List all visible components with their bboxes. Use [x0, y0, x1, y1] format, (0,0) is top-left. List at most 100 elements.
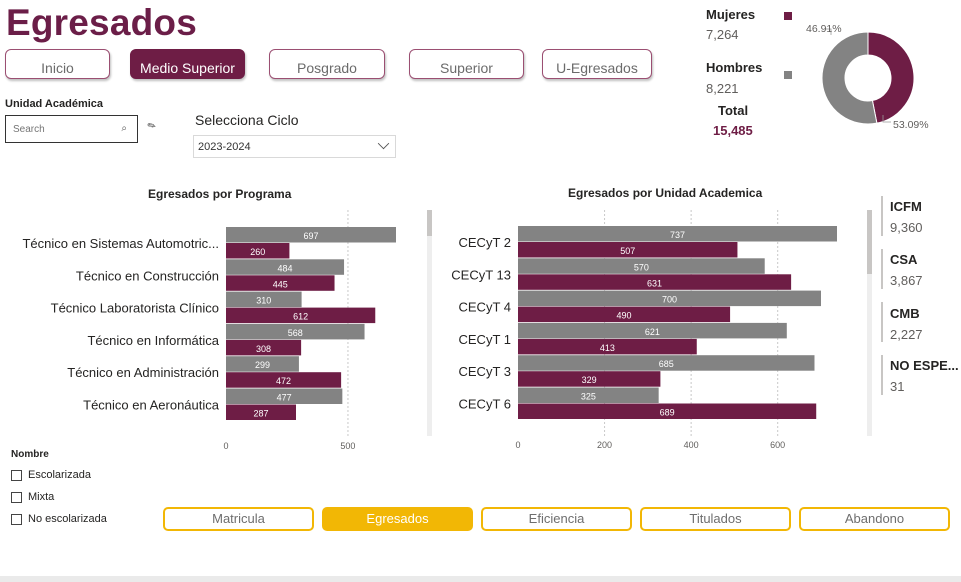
kpi-accent-bar	[881, 196, 883, 236]
option-no-escolarizada[interactable]: No escolarizada	[11, 513, 107, 525]
checkbox[interactable]	[11, 469, 22, 481]
x-tick-label: 500	[340, 441, 355, 451]
kpi-csa-value: 3,867	[890, 273, 923, 288]
total-value: 15,485	[713, 123, 753, 138]
donut-slice	[867, 31, 915, 124]
chevron-down-icon	[377, 137, 390, 150]
kpi-scrollbar[interactable]	[867, 210, 872, 274]
data-label: 484	[278, 263, 293, 273]
data-label: 445	[273, 279, 288, 289]
total-label: Total	[718, 103, 749, 118]
eraser-icon[interactable]: ✎	[146, 120, 159, 134]
data-label: 685	[659, 359, 674, 369]
data-label: 621	[645, 327, 660, 337]
data-label: 612	[293, 312, 308, 322]
data-label: 329	[582, 375, 597, 385]
category-label: Técnico en Administración	[67, 365, 219, 380]
nav-posgrado-button[interactable]: Posgrado	[269, 49, 385, 79]
ciclo-dropdown[interactable]: 2023-2024	[193, 135, 396, 158]
kpi-icfm-label: ICFM	[890, 199, 922, 214]
category-label: Técnico en Aeronáutica	[83, 398, 220, 413]
programa-chart-scrollbar[interactable]	[427, 210, 432, 236]
category-label: CECyT 3	[459, 364, 512, 379]
unidad-search-box: ⌕	[5, 115, 138, 143]
data-label: 299	[255, 360, 270, 370]
x-tick-label: 0	[515, 440, 520, 450]
eficiencia-button[interactable]: Eficiencia	[481, 507, 632, 531]
category-label: CECyT 6	[459, 397, 512, 412]
kpi-accent-bar	[881, 355, 883, 395]
option-label: Mixta	[28, 491, 55, 503]
kpi-no-espe-value: 31	[890, 379, 905, 394]
data-label: 287	[253, 409, 268, 419]
titulados-button[interactable]: Titulados	[640, 507, 791, 531]
category-label: CECyT 13	[451, 267, 511, 282]
data-label: 568	[288, 328, 303, 338]
data-label: 325	[581, 392, 596, 402]
x-tick-label: 0	[223, 441, 228, 451]
unidad-academica-label: Unidad Académica	[5, 98, 104, 110]
option-escolarizada[interactable]: Escolarizada	[11, 469, 91, 481]
data-label: 477	[277, 393, 292, 403]
data-label: 700	[662, 295, 677, 305]
data-label: 570	[634, 262, 649, 272]
option-label: No escolarizada	[28, 513, 107, 525]
search-icon[interactable]: ⌕	[121, 123, 127, 134]
nav-medio-superior-button[interactable]: Medio Superior	[130, 49, 245, 79]
data-label: 507	[620, 246, 635, 256]
nav-inicio-button[interactable]: Inicio	[5, 49, 110, 79]
category-label: CECyT 2	[459, 235, 512, 250]
data-label: 689	[660, 408, 675, 418]
checkbox[interactable]	[11, 513, 22, 525]
x-tick-label: 400	[684, 440, 699, 450]
category-label: Técnico en Construcción	[76, 268, 219, 283]
checkbox[interactable]	[11, 491, 22, 503]
category-label: Técnico Laboratorista Clínico	[51, 301, 219, 316]
mujeres-value: 7,264	[706, 27, 739, 42]
nav-u-egresados-button[interactable]: U-Egresados	[542, 49, 652, 79]
kpi-icfm-value: 9,360	[890, 220, 923, 235]
hombres-pct-label: 53.09%	[893, 119, 929, 131]
nav-superior-button[interactable]: Superior	[409, 49, 524, 79]
mujeres-label: Mujeres	[706, 7, 756, 22]
option-label: Escolarizada	[28, 469, 91, 481]
kpi-accent-bar	[881, 302, 883, 342]
ciclo-label: Selecciona Ciclo	[195, 112, 299, 128]
data-label: 413	[600, 343, 615, 353]
data-label: 697	[303, 231, 318, 241]
x-tick-label: 200	[597, 440, 612, 450]
data-label: 308	[256, 344, 271, 354]
matricula-button[interactable]: Matricula	[163, 507, 314, 531]
category-label: CECyT 4	[459, 300, 512, 315]
x-tick-label: 600	[770, 440, 785, 450]
kpi-cmb-value: 2,227	[890, 327, 923, 342]
data-label: 472	[276, 376, 291, 386]
option-mixta[interactable]: Mixta	[11, 491, 54, 503]
category-label: CECyT 1	[459, 332, 512, 347]
programa-chart-title: Egresados por Programa	[148, 187, 292, 201]
category-label: Técnico en Informática	[87, 333, 219, 348]
abandono-button[interactable]: Abandono	[799, 507, 950, 531]
data-label: 631	[647, 278, 662, 288]
ciclo-selected-value: 2023-2024	[198, 141, 251, 153]
programa-bar-chart: 0 500 Técnico en Sistemas Automotric... 697…	[22, 210, 396, 451]
hombres-legend-swatch	[784, 71, 792, 79]
unidad-search-input[interactable]	[6, 116, 111, 142]
hombres-value: 8,221	[706, 81, 739, 96]
page-bottom-bar	[0, 576, 961, 582]
kpi-csa-label: CSA	[890, 252, 918, 267]
hombres-label: Hombres	[706, 60, 763, 75]
page-title: Egresados	[6, 2, 197, 43]
gender-donut-chart: 46.91% 53.09%	[806, 23, 929, 131]
kpi-accent-bar	[881, 249, 883, 289]
data-label: 310	[256, 296, 271, 306]
data-label: 260	[250, 247, 265, 257]
kpi-no-espe-label: NO ESPE...	[890, 358, 959, 373]
mujeres-pct-label: 46.91%	[806, 23, 842, 35]
unidad-bar-chart: 0 200 400 600 CECyT 2 737 507 CECyT 13 570 631 CEC…	[451, 210, 837, 450]
egresados-button[interactable]: Egresados	[322, 507, 473, 531]
category-label: Técnico en Sistemas Automotric...	[22, 236, 219, 251]
kpi-cmb-label: CMB	[890, 306, 920, 321]
nombre-filter-title: Nombre	[11, 449, 49, 460]
data-label: 737	[670, 230, 685, 240]
